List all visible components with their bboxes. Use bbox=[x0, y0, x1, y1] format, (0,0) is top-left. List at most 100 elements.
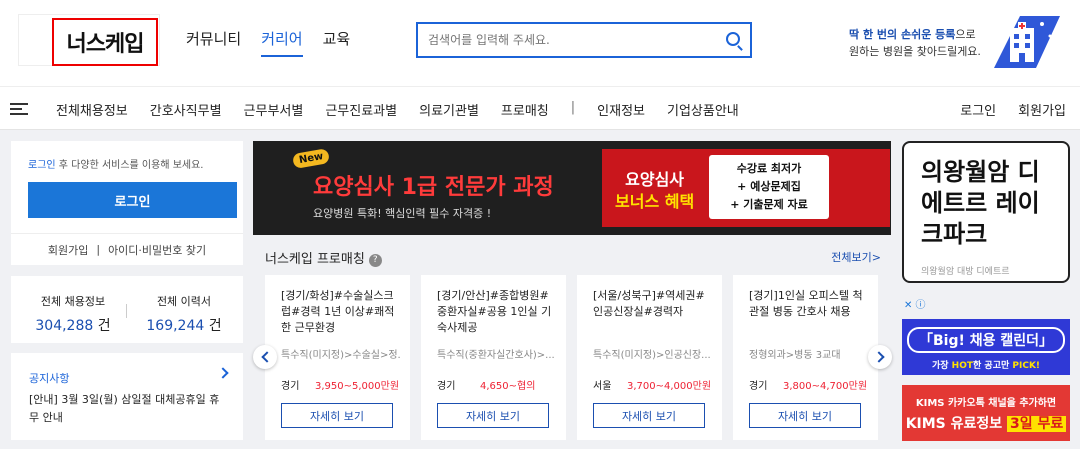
job-dept: 정형외과>병동 3교대 bbox=[749, 350, 841, 361]
stat-resumes-unit: 건 bbox=[208, 318, 222, 334]
job-detail-button[interactable]: 자세히 보기 bbox=[749, 403, 861, 428]
new-badge: New bbox=[291, 147, 331, 170]
banner-benefits: 수강료 최저가 + 예상문제집 + 기출문제 자료 bbox=[709, 155, 829, 219]
stat-jobs-value: 304,288 bbox=[35, 318, 94, 334]
nav-career[interactable]: 커리어 bbox=[261, 28, 303, 57]
job-region: 경기 bbox=[281, 381, 300, 392]
job-card[interactable]: [경기]1인실 오피스텔 척관절 병동 간호사 채용 정형외과>병동 3교대 경… bbox=[733, 275, 878, 440]
banner-bonus: 요양심사 보너스 혜택 bbox=[615, 169, 694, 213]
promatching-view-all[interactable]: 전체보기> bbox=[831, 249, 881, 265]
search-bar bbox=[416, 22, 752, 58]
adchoices-icon[interactable]: ✕ ⓘ bbox=[904, 296, 926, 311]
course-banner[interactable]: New 요양심사 1급 전문가 과정 요양병원 특화! 핵심인력 필수 자격증 … bbox=[253, 141, 891, 235]
job-detail-button[interactable]: 자세히 보기 bbox=[593, 403, 705, 428]
banner-subtitle: 요양병원 특화! 핵심인력 필수 자격증 ! bbox=[313, 207, 492, 220]
apartment-ad-sub: 의왕월암 대방 디에트르 bbox=[921, 267, 1010, 277]
find-account-link[interactable]: 아이디·비밀번호 찾기 bbox=[108, 242, 206, 258]
menu-nurse-role[interactable]: 간호사직무별 bbox=[150, 100, 222, 119]
hospital-icon[interactable] bbox=[980, 14, 1062, 70]
job-title[interactable]: [경기/안산]#종합병원#중환자실#공용 1인실 기숙사제공 bbox=[437, 288, 557, 336]
stat-resumes-value: 169,244 bbox=[146, 318, 205, 334]
calendar-ad-title: 「Big! 채용 캘린더」 bbox=[906, 327, 1066, 353]
menu-products[interactable]: 기업상품안내 bbox=[667, 100, 739, 119]
menu-specialty[interactable]: 근무진료과별 bbox=[325, 100, 397, 119]
menu-institution[interactable]: 의료기관별 bbox=[419, 100, 479, 119]
help-icon[interactable]: ? bbox=[368, 254, 382, 267]
login-hint-link[interactable]: 로그인 bbox=[28, 160, 56, 171]
job-pay: 4,650~협의 bbox=[480, 381, 536, 392]
search-icon[interactable] bbox=[726, 32, 740, 46]
stat-jobs[interactable]: 전체 채용정보 304,288 건 bbox=[33, 293, 113, 335]
login-hint: 로그인 후 다양한 서비스를 이용해 보세요. bbox=[28, 156, 203, 171]
nav-education[interactable]: 교육 bbox=[323, 28, 351, 57]
menu-promatching[interactable]: 프로매칭 bbox=[501, 100, 549, 119]
bonus-line1: 요양심사 bbox=[625, 170, 685, 189]
benefit-item: + 기출문제 자료 bbox=[730, 198, 808, 211]
stat-jobs-unit: 건 bbox=[97, 318, 111, 334]
promo-rest: 으로 bbox=[955, 28, 976, 41]
job-region: 경기 bbox=[437, 381, 456, 392]
calendar-ad-sub: 가장 HOT한 공고만 PICK! bbox=[902, 358, 1070, 371]
kims-ad-line2: KIMS 유료정보 3일 무료 bbox=[902, 413, 1070, 433]
stat-resumes[interactable]: 전체 이력서 169,244 건 bbox=[143, 293, 225, 335]
login-hint-text: 후 다양한 서비스를 이용해 보세요. bbox=[55, 160, 204, 171]
apartment-ad[interactable]: 의왕월암 디에트르 레이크파크 의왕월암 대방 디에트르 bbox=[902, 141, 1070, 283]
login-card: 로그인 후 다양한 서비스를 이용해 보세요. 로그인 회원가입 | 아이디·비… bbox=[11, 141, 243, 265]
ad2-pre: 가장 bbox=[931, 361, 952, 371]
promo-line2: 원하는 병원을 찾아드릴게요. bbox=[849, 45, 981, 58]
category-menu: 전체채용정보 간호사직무별 근무부서별 근무진료과별 의료기관별 프로매칭 | … bbox=[56, 100, 761, 119]
benefit-item: 수강료 최저가 bbox=[736, 162, 802, 175]
login-links-separator: | bbox=[96, 243, 101, 256]
nav-community[interactable]: 커뮤니티 bbox=[186, 28, 241, 57]
job-region: 서울 bbox=[593, 381, 612, 392]
menu-department[interactable]: 근무부서별 bbox=[244, 100, 304, 119]
job-region: 경기 bbox=[749, 381, 768, 392]
bonus-line2: 보너스 혜택 bbox=[615, 192, 695, 211]
job-pay: 3,700~4,000만원 bbox=[627, 381, 712, 392]
signup-link-card[interactable]: 회원가입 bbox=[48, 242, 88, 258]
signup-link[interactable]: 회원가입 bbox=[1018, 100, 1066, 119]
carousel-prev-icon[interactable] bbox=[253, 345, 277, 369]
menu-separator: | bbox=[570, 100, 576, 115]
job-detail-button[interactable]: 자세히 보기 bbox=[281, 403, 393, 428]
menu-all-jobs[interactable]: 전체채용정보 bbox=[56, 100, 128, 119]
job-dept: 특수직(미지정)>인공신장... bbox=[593, 350, 711, 361]
chevron-right-icon[interactable] bbox=[217, 367, 229, 379]
kims-ad-line1: KIMS 카카오톡 채널을 추가하면 bbox=[915, 398, 1057, 409]
login-links: 회원가입 | 아이디·비밀번호 찾기 bbox=[11, 233, 243, 265]
banner-title-rest: 1급 전문가 과정 bbox=[393, 175, 554, 200]
hamburger-menu-icon[interactable] bbox=[10, 103, 28, 115]
job-title[interactable]: [서울/성북구]#역세권#인공신장실#경력자 bbox=[593, 288, 713, 320]
search-input[interactable] bbox=[418, 24, 708, 56]
calendar-ad[interactable]: 「Big! 채용 캘린더」 가장 HOT한 공고만 PICK! bbox=[902, 319, 1070, 375]
benefit-item: + 예상문제집 bbox=[737, 180, 801, 193]
job-card[interactable]: [경기/화성]#수술실스크럽#경력 1년 이상#쾌적한 근무환경 특수직(미지정… bbox=[265, 275, 410, 440]
promatching-title: 너스케입 프로매칭? bbox=[265, 248, 382, 267]
job-title[interactable]: [경기]1인실 오피스텔 척관절 병동 간호사 채용 bbox=[749, 288, 869, 320]
job-card[interactable]: [경기/안산]#종합병원#중환자실#공용 1인실 기숙사제공 특수직(중환자실간… bbox=[421, 275, 566, 440]
logo[interactable]: 너스케입 bbox=[52, 18, 158, 66]
notice-title[interactable]: 공지사항 bbox=[29, 370, 69, 386]
ad3-pre: KIMS 유료정보 bbox=[905, 416, 1008, 432]
menu-talent[interactable]: 인재정보 bbox=[597, 100, 645, 119]
login-button[interactable]: 로그인 bbox=[28, 182, 237, 218]
stats-divider bbox=[126, 304, 127, 318]
kims-ad[interactable]: KIMS 카카오톡 채널을 추가하면 KIMS 유료정보 3일 무료 bbox=[902, 385, 1070, 441]
stat-resumes-label: 전체 이력서 bbox=[156, 295, 212, 308]
carousel-next-icon[interactable] bbox=[868, 345, 892, 369]
auth-links: 로그인 회원가입 bbox=[960, 100, 1066, 119]
job-detail-button[interactable]: 자세히 보기 bbox=[437, 403, 549, 428]
job-pay: 3,950~5,000만원 bbox=[315, 381, 400, 392]
top-nav: 커뮤니티 커리어 교육 bbox=[186, 28, 350, 57]
stats-card: 전체 채용정보 304,288 건 전체 이력서 169,244 건 bbox=[11, 276, 243, 343]
main-menu-bar: 전체채용정보 간호사직무별 근무부서별 근무진료과별 의료기관별 프로매칭 | … bbox=[0, 86, 1080, 130]
job-pay: 3,800~4,700만원 bbox=[783, 381, 868, 392]
login-link[interactable]: 로그인 bbox=[960, 100, 996, 119]
job-title[interactable]: [경기/화성]#수술실스크럽#경력 1년 이상#쾌적한 근무환경 bbox=[281, 288, 401, 336]
register-promo[interactable]: 딱 한 번의 손쉬운 등록으로 원하는 병원을 찾아드릴게요. bbox=[849, 26, 981, 60]
notice-item[interactable]: [안내] 3월 3일(월) 삼일절 대체공휴일 휴무 안내 bbox=[29, 391, 229, 427]
job-card[interactable]: [서울/성북구]#역세권#인공신장실#경력자 특수직(미지정)>인공신장... … bbox=[577, 275, 722, 440]
ad3-highlight: 3일 무료 bbox=[1007, 416, 1067, 432]
banner-title-red: 요양심사 bbox=[313, 175, 394, 200]
ad2-hot: HOT bbox=[951, 361, 973, 371]
